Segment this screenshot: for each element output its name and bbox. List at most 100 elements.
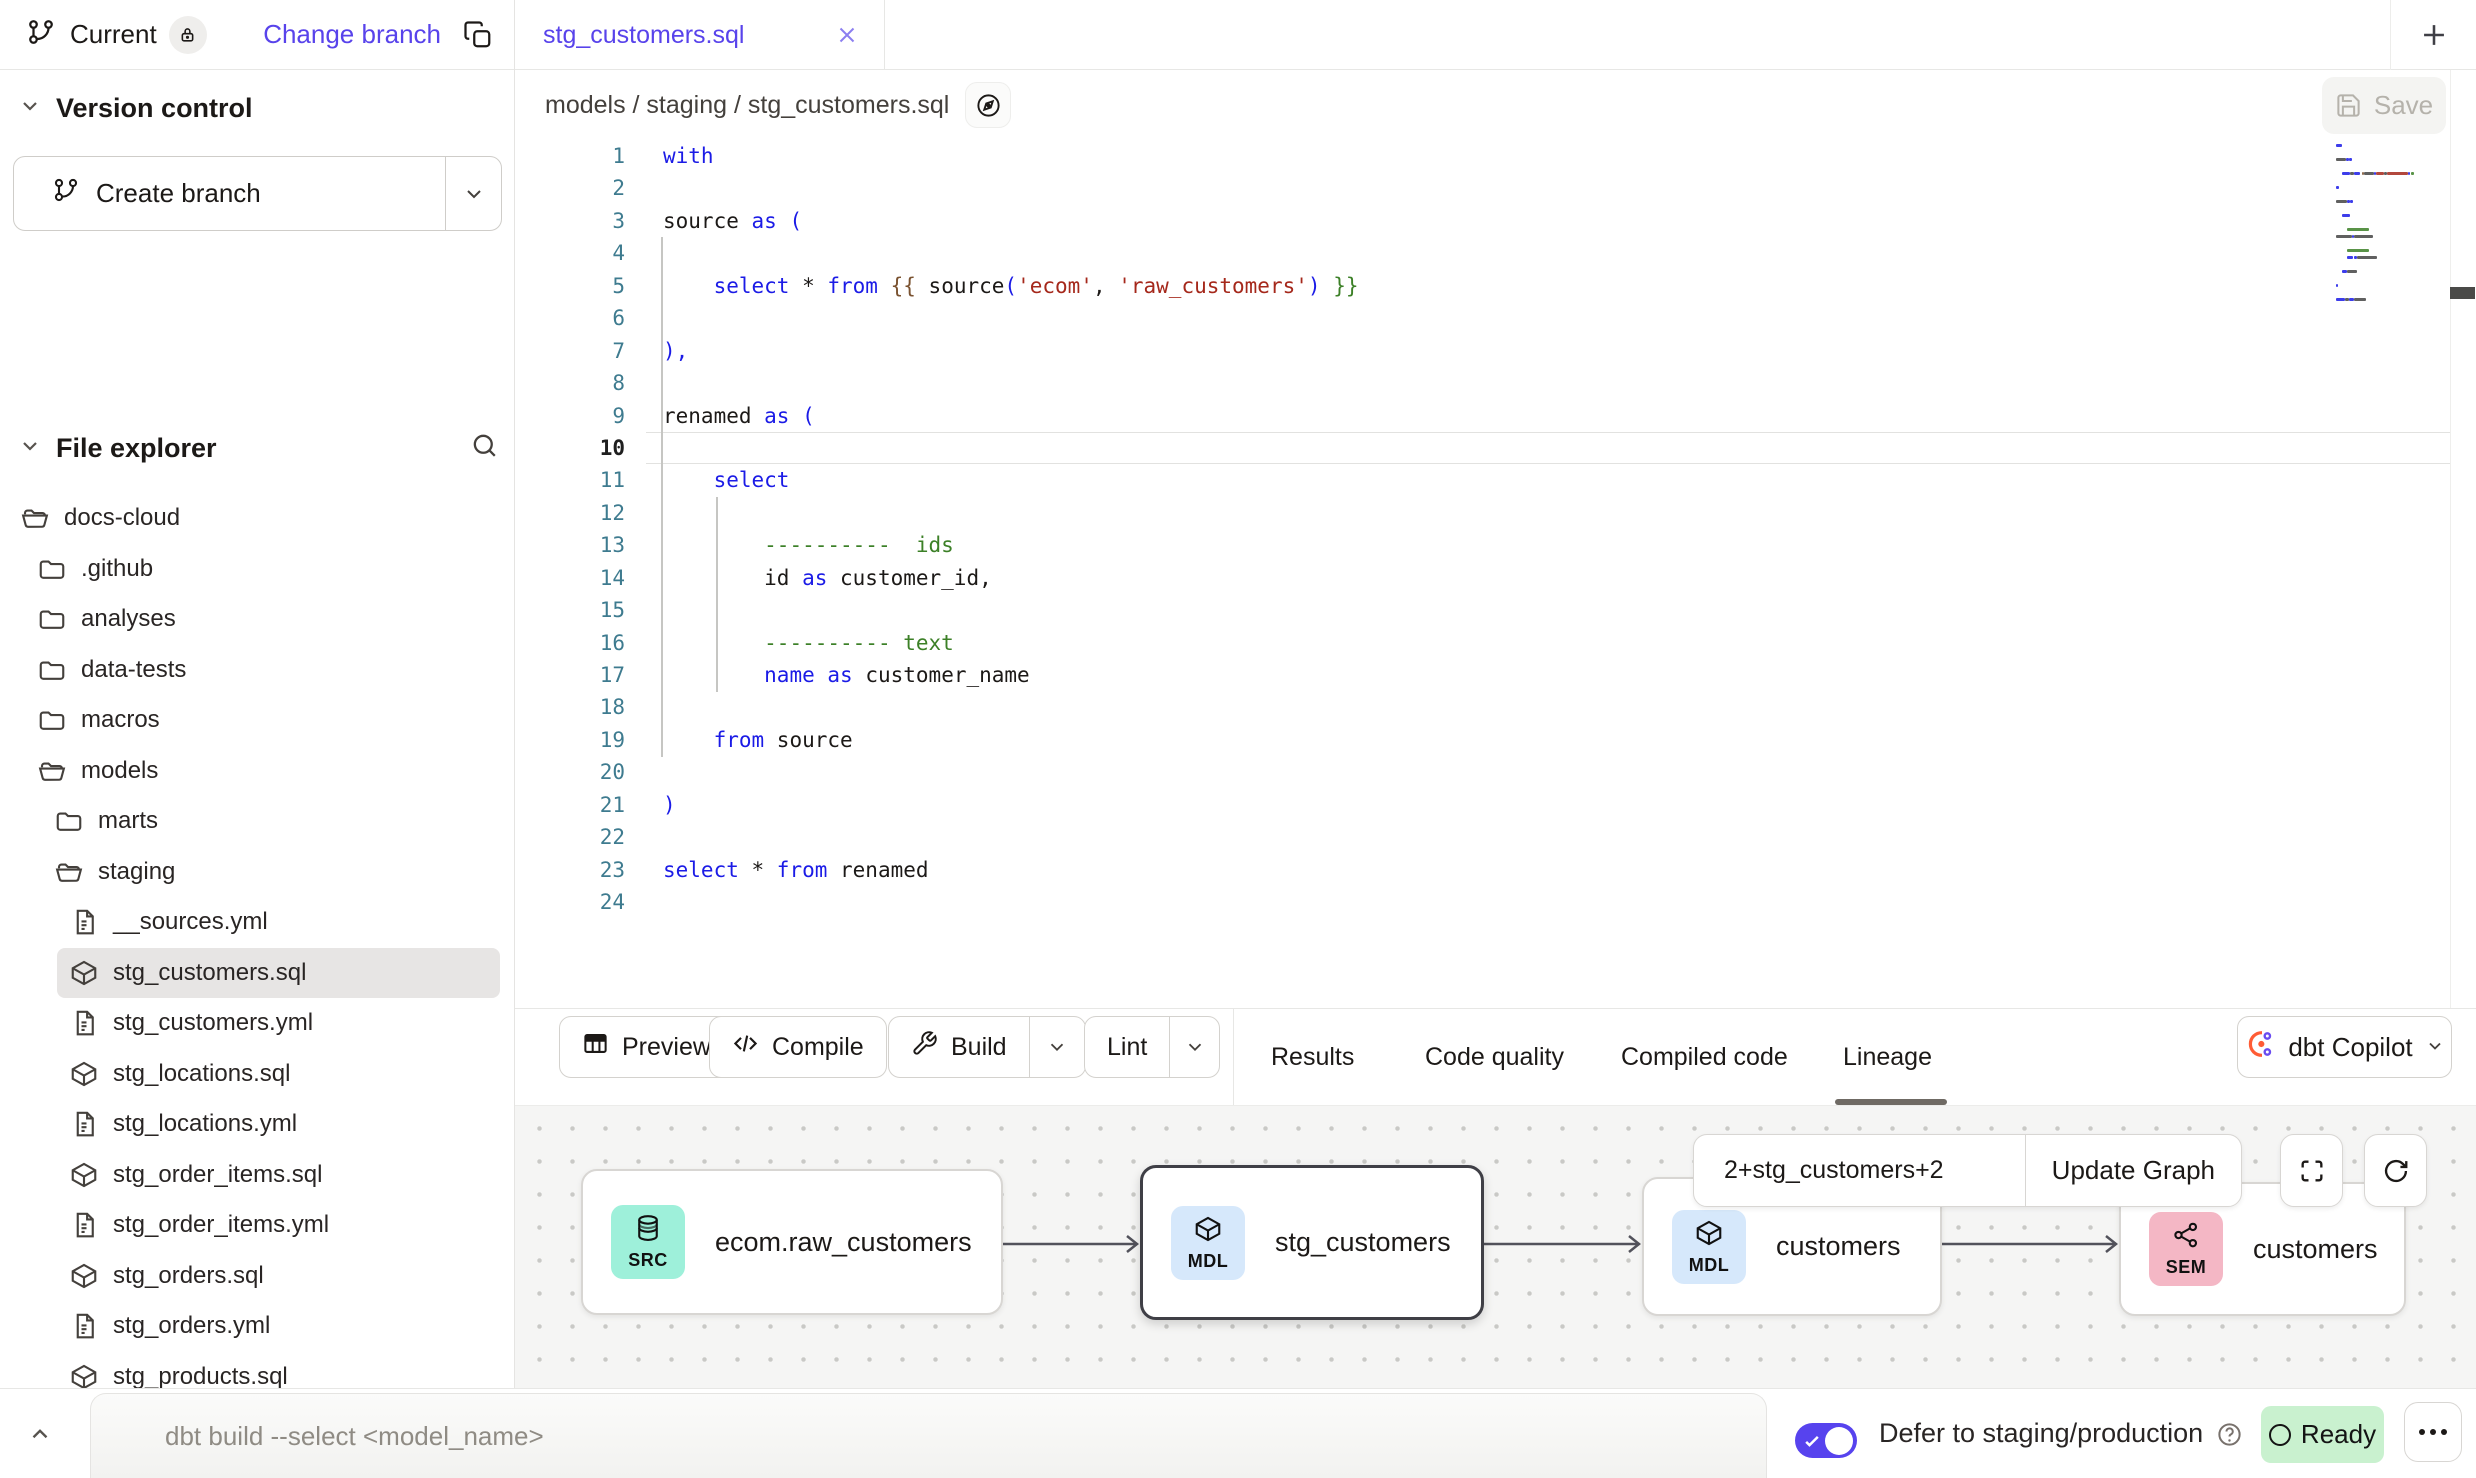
- current-branch-label: Current: [70, 19, 157, 50]
- tree-item-data-tests[interactable]: data-tests: [37, 645, 500, 696]
- file-name: marts: [98, 807, 158, 835]
- editor-toolbar: Preview Compile Build Lint Results Code …: [515, 1008, 2476, 1105]
- lineage-edge: [1942, 1231, 2122, 1257]
- tab-compiled-code[interactable]: Compiled code: [1621, 1009, 1788, 1106]
- tree-item-stg-order-items-yml[interactable]: stg_order_items.yml: [69, 1200, 500, 1251]
- cube-icon: [69, 1362, 99, 1388]
- new-tab-button[interactable]: [2412, 13, 2456, 57]
- cube-icon: [1694, 1218, 1724, 1253]
- cube-icon: [1193, 1214, 1223, 1249]
- code-line: ),: [663, 335, 1359, 367]
- chevron-up-icon[interactable]: [18, 1412, 62, 1456]
- fullscreen-button[interactable]: [2280, 1134, 2343, 1207]
- lint-dropdown[interactable]: [1169, 1017, 1219, 1077]
- tree-item-stg-order-items-sql[interactable]: stg_order_items.sql: [69, 1150, 500, 1201]
- tree-item-stg-orders-sql[interactable]: stg_orders.sql: [69, 1251, 500, 1302]
- tree-item-marts[interactable]: marts: [54, 796, 500, 847]
- node-title: customers: [1776, 1231, 1901, 1262]
- tree-item-stg-orders-yml[interactable]: stg_orders.yml: [69, 1301, 500, 1352]
- tree-item-docs-cloud[interactable]: docs-cloud: [20, 493, 500, 544]
- build-dropdown[interactable]: [1029, 1017, 1085, 1077]
- code-line: id as customer_id,: [663, 562, 1359, 594]
- change-branch-link[interactable]: Change branch: [263, 19, 441, 50]
- database-icon: [633, 1213, 663, 1248]
- create-branch-label: Create branch: [96, 178, 261, 209]
- git-branch-icon: [26, 17, 56, 52]
- save-button[interactable]: Save: [2322, 77, 2446, 134]
- node-title: customers: [2253, 1234, 2378, 1265]
- version-control-header[interactable]: Version control: [0, 86, 515, 130]
- defer-toggle[interactable]: [1795, 1423, 1857, 1458]
- lineage-node-ecom-raw-customers[interactable]: SRC ecom.raw_customers: [581, 1169, 1003, 1315]
- more-options-button[interactable]: [2404, 1402, 2462, 1462]
- tree-item-models[interactable]: models: [37, 746, 500, 797]
- update-graph-button[interactable]: Update Graph: [2025, 1135, 2241, 1206]
- file-name: stg_locations.yml: [113, 1110, 297, 1138]
- copilot-compass-icon[interactable]: [965, 82, 1011, 128]
- code-line: [663, 432, 1359, 464]
- tree-item--sources-yml[interactable]: __sources.yml: [69, 897, 500, 948]
- file-name: models: [81, 757, 158, 785]
- tree-item-macros[interactable]: macros: [37, 695, 500, 746]
- code-line: select * from renamed: [663, 854, 1359, 886]
- compile-button[interactable]: Compile: [709, 1016, 887, 1078]
- code-line: from source: [663, 724, 1359, 756]
- file-name: stg_locations.sql: [113, 1060, 290, 1088]
- dbt-copilot-button[interactable]: dbt Copilot: [2237, 1016, 2452, 1078]
- node-title: ecom.raw_customers: [715, 1227, 972, 1258]
- copy-icon[interactable]: [463, 20, 493, 50]
- file-name: .github: [81, 555, 153, 583]
- tree-item-stg-customers-yml[interactable]: stg_customers.yml: [69, 998, 500, 1049]
- file-name: stg_customers.yml: [113, 1009, 313, 1037]
- code-line: [663, 886, 1359, 918]
- file-explorer-header[interactable]: File explorer: [0, 426, 515, 470]
- code-line: name as customer_name: [663, 659, 1359, 691]
- build-button[interactable]: Build: [888, 1016, 1086, 1078]
- tree-item-stg-customers-sql[interactable]: stg_customers.sql: [57, 948, 500, 999]
- lineage-selector-input[interactable]: [1694, 1135, 2025, 1206]
- tree-item-stg-locations-yml[interactable]: stg_locations.yml: [69, 1099, 500, 1150]
- refresh-button[interactable]: [2364, 1134, 2427, 1207]
- code-line: [663, 821, 1359, 853]
- file-name: stg_orders.sql: [113, 1262, 264, 1290]
- command-input[interactable]: [90, 1393, 1767, 1478]
- search-icon[interactable]: [470, 431, 499, 465]
- tree-item-analyses[interactable]: analyses: [37, 594, 500, 645]
- tab-results[interactable]: Results: [1271, 1009, 1354, 1106]
- file-name: stg_orders.yml: [113, 1312, 270, 1340]
- preview-button[interactable]: Preview: [559, 1016, 734, 1078]
- status-bar: Defer to staging/production Ready: [0, 1388, 2476, 1478]
- create-branch-button[interactable]: Create branch: [13, 156, 502, 231]
- cube-icon: [69, 1059, 99, 1089]
- status-ring-icon: [2269, 1424, 2291, 1446]
- lineage-canvas[interactable]: SRCecom.raw_customersMDLstg_customersMDL…: [515, 1105, 2476, 1388]
- help-icon[interactable]: [2216, 1421, 2243, 1453]
- src-badge: SRC: [611, 1205, 685, 1279]
- tab-stg-customers-sql[interactable]: stg_customers.sql: [515, 0, 885, 70]
- doc-icon: [69, 1210, 99, 1240]
- folder-open-icon: [20, 503, 50, 533]
- scrollbar-track: [2450, 70, 2451, 1008]
- tree-item-stg-locations-sql[interactable]: stg_locations.sql: [69, 1049, 500, 1100]
- code-line: source as (: [663, 205, 1359, 237]
- node-title: stg_customers: [1275, 1227, 1451, 1258]
- divider: [2390, 0, 2391, 70]
- tree-item-staging[interactable]: staging: [54, 847, 500, 898]
- scrollbar-thumb[interactable]: [2450, 287, 2475, 299]
- create-branch-dropdown[interactable]: [445, 157, 501, 230]
- code-editor[interactable]: 123456789101112131415161718192021222324 …: [516, 140, 2476, 1008]
- tree-item--github[interactable]: .github: [37, 544, 500, 595]
- code-line: [663, 172, 1359, 204]
- tab-code-quality[interactable]: Code quality: [1425, 1009, 1564, 1106]
- breadcrumb: models / staging / stg_customers.sql: [545, 91, 949, 120]
- folder-open-icon: [37, 756, 67, 786]
- lint-button[interactable]: Lint: [1084, 1016, 1220, 1078]
- folder-icon: [37, 655, 67, 685]
- code-line: [663, 756, 1359, 788]
- tab-lineage[interactable]: Lineage: [1843, 1009, 1932, 1106]
- tree-item-stg-products-sql[interactable]: stg_products.sql: [69, 1352, 500, 1389]
- copilot-label: dbt Copilot: [2288, 1032, 2412, 1063]
- lineage-node-stg-customers[interactable]: MDLstg_customers: [1140, 1165, 1484, 1320]
- close-icon[interactable]: [834, 22, 860, 48]
- doc-icon: [69, 1311, 99, 1341]
